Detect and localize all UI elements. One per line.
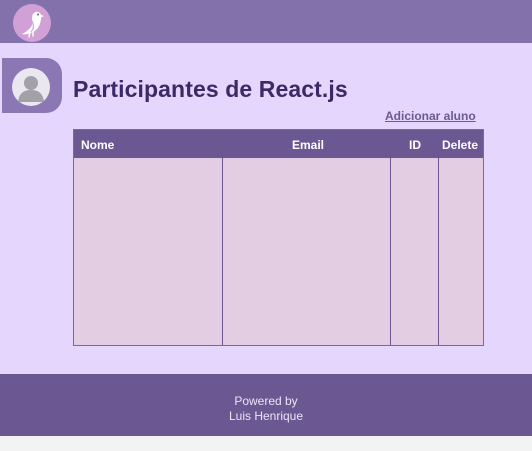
footer-line-1: Powered by xyxy=(234,394,298,408)
page-title: Participantes de React.js xyxy=(73,76,348,102)
top-bar xyxy=(0,0,532,43)
footer-credit: Powered by Luis Henrique xyxy=(0,394,532,424)
column-divider xyxy=(438,158,439,345)
column-header-delete: Delete xyxy=(442,138,479,152)
column-divider xyxy=(222,158,223,345)
column-divider xyxy=(390,158,391,345)
column-header-email: Email xyxy=(292,138,325,152)
footer-line-2: Luis Henrique xyxy=(228,409,304,423)
column-header-nome: Nome xyxy=(81,138,115,152)
column-header-id: ID xyxy=(409,138,421,152)
footer: Powered by Luis Henrique xyxy=(0,374,532,436)
table-header: Nome Email ID Delete xyxy=(74,130,483,158)
participants-table: Nome Email ID Delete xyxy=(73,129,484,346)
user-avatar-icon[interactable] xyxy=(12,68,50,106)
bird-logo-icon[interactable] xyxy=(13,4,51,42)
add-student-link[interactable]: Adicionar aluno xyxy=(385,109,476,123)
